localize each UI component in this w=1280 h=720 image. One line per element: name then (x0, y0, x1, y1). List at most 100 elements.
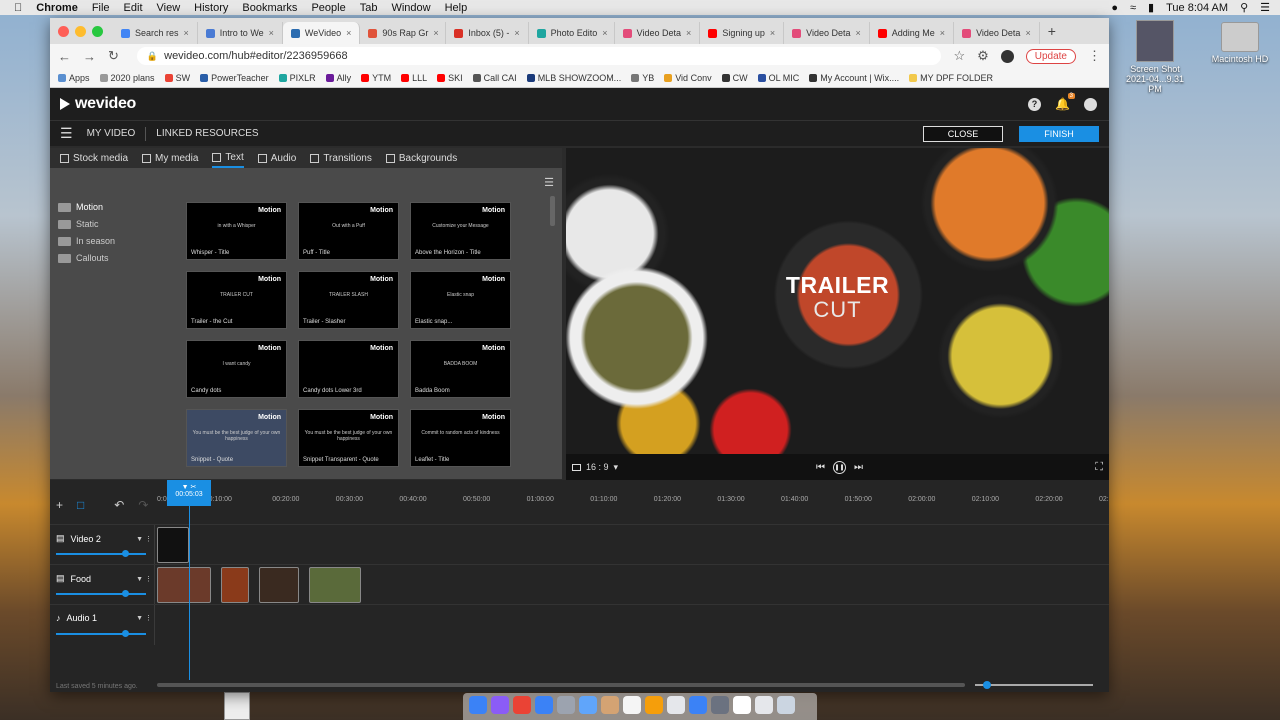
finish-button[interactable]: FINISH (1019, 125, 1099, 142)
fullscreen-icon[interactable]: ⛶ (1095, 461, 1103, 474)
desktop-doc[interactable] (222, 692, 252, 720)
aspect-ratio-selector[interactable]: 16 : 9 ▾ (572, 462, 618, 473)
battery-icon[interactable]: ▮ (1148, 1, 1154, 14)
bookmark-item[interactable]: My Account | Wix.... (809, 73, 899, 83)
track-volume-slider[interactable] (56, 590, 146, 597)
bookmark-item[interactable]: Vid Conv (664, 73, 712, 83)
star-icon[interactable]: ☆ (953, 48, 965, 64)
notification-bell-icon[interactable]: 🔔 3 (1055, 93, 1075, 111)
dock-app-icon[interactable] (733, 696, 751, 714)
panel-menu-icon[interactable]: ☰ (544, 176, 554, 189)
timeline-clip[interactable] (157, 527, 189, 563)
microphone-icon[interactable]: ● (1111, 2, 1118, 14)
folder-item[interactable]: In season (58, 236, 115, 246)
update-button[interactable]: Update (1025, 48, 1076, 64)
skip-forward-icon[interactable]: ⏭ (854, 462, 863, 473)
video-preview[interactable]: TRAILER CUT (566, 148, 1109, 454)
menu-help[interactable]: Help (445, 2, 468, 14)
media-tab-my-media[interactable]: My media (142, 148, 198, 168)
bookmark-item[interactable]: MLB SHOWZOOM... (526, 73, 621, 83)
menu-bookmarks[interactable]: Bookmarks (242, 2, 297, 14)
menu-people[interactable]: People (311, 2, 345, 14)
volume-handle[interactable] (122, 590, 129, 597)
add-track-icon[interactable]: + (56, 498, 63, 512)
undo-icon[interactable]: ↶ (114, 498, 124, 512)
apple-icon[interactable]:  (14, 2, 22, 14)
dock-app-icon[interactable] (711, 696, 729, 714)
marker-icon[interactable]: ▼ (182, 484, 189, 491)
dock-app-icon[interactable] (557, 696, 575, 714)
dock-app-icon[interactable] (491, 696, 509, 714)
dock-app-icon[interactable] (667, 696, 685, 714)
folder-item[interactable]: Static (58, 219, 115, 229)
menu-window[interactable]: Window (391, 2, 430, 14)
extensions-icon[interactable]: ⚙ (977, 48, 989, 64)
folder-item[interactable]: Callouts (58, 253, 115, 263)
browser-tab[interactable]: 90s Rap Gr × (360, 22, 447, 44)
browser-tab[interactable]: Video Deta × (954, 22, 1040, 44)
dock-app-icon[interactable] (601, 696, 619, 714)
menubar-clock[interactable]: Tue 8:04 AM (1166, 2, 1228, 14)
text-template-thumb[interactable]: Motion TRAILER SLASH Trailer - Slasher (298, 271, 399, 329)
bookmark-item[interactable]: Call CAI (472, 73, 517, 83)
close-window-button[interactable] (58, 25, 69, 37)
text-template-thumb[interactable]: Motion Out with a Puff Puff - Title (298, 202, 399, 260)
media-tab-backgrounds[interactable]: Backgrounds (385, 148, 457, 168)
browser-tab[interactable]: Video Deta × (784, 22, 870, 44)
media-tab-audio[interactable]: Audio (257, 148, 296, 168)
more-menu-icon[interactable]: ⋮ (1088, 48, 1101, 64)
menu-edit[interactable]: Edit (124, 2, 143, 14)
bookmark-item[interactable]: SKI (437, 73, 463, 83)
tab-close-icon[interactable]: × (856, 28, 861, 38)
browser-tab[interactable]: Signing up × (700, 22, 785, 44)
dock-app-icon[interactable] (755, 696, 773, 714)
profile-avatar[interactable] (1000, 49, 1014, 63)
bookmark-item[interactable]: OL MIC (757, 73, 799, 83)
menubar-app-name[interactable]: Chrome (36, 2, 78, 14)
dock-app-icon[interactable] (513, 696, 531, 714)
pause-button[interactable]: ❚❚ (833, 460, 846, 474)
url-field[interactable]: 🔒 wevideo.com/hub#editor/2236959668 (136, 47, 942, 65)
text-template-thumb[interactable]: Motion You must be the best judge of your… (298, 409, 399, 467)
text-template-thumb[interactable]: Motion You must be the best judge of your… (186, 409, 287, 467)
browser-tab[interactable]: Adding Me × (870, 22, 955, 44)
volume-handle[interactable] (122, 550, 129, 557)
new-tab-button[interactable]: + (1048, 23, 1056, 39)
desktop-hard-drive[interactable]: Macintosh HD (1205, 22, 1275, 64)
user-avatar[interactable] (1084, 97, 1097, 111)
back-icon[interactable]: ← (58, 49, 71, 64)
close-button[interactable]: CLOSE (923, 125, 1003, 142)
split-scissors-icon[interactable]: ✂ (191, 484, 197, 491)
text-template-thumb[interactable]: Motion Candy dots Lower 3rd (298, 340, 399, 398)
dock-app-icon[interactable] (535, 696, 553, 714)
browser-tab[interactable]: Intro to We × (198, 22, 283, 44)
dock-app-icon[interactable] (579, 696, 597, 714)
bookmark-item[interactable]: CW (721, 73, 748, 83)
help-icon[interactable]: ? (1028, 97, 1042, 111)
menu-history[interactable]: History (194, 2, 228, 14)
timeline-clip[interactable] (259, 567, 299, 603)
bookmark-item[interactable]: LLL (401, 73, 427, 83)
bookmark-item[interactable]: YTM (361, 73, 391, 83)
menu-tab[interactable]: Tab (360, 2, 378, 14)
my-video-link[interactable]: MY VIDEO (87, 128, 136, 139)
browser-tab[interactable]: Inbox (5) - × (446, 22, 529, 44)
tab-close-icon[interactable]: × (1025, 28, 1030, 38)
tab-close-icon[interactable]: × (269, 28, 274, 38)
bookmark-item[interactable]: PowerTeacher (200, 73, 269, 83)
redo-icon[interactable]: ↷ (138, 498, 148, 512)
media-tab-text[interactable]: Text (212, 148, 244, 168)
media-scrollbar[interactable] (550, 196, 555, 226)
snap-icon[interactable]: □ (77, 498, 84, 512)
time-ruler[interactable]: 0:0 0:10:00 00:20:00 00:30:00 00:40:00 00:50:… (157, 492, 1109, 506)
text-template-thumb[interactable]: Motion Commit to random acts of kindness L… (410, 409, 511, 467)
timeline-clip[interactable] (221, 567, 249, 603)
tab-close-icon[interactable]: × (940, 28, 945, 38)
reload-icon[interactable]: ↻ (108, 48, 119, 64)
timeline-clip[interactable] (157, 567, 211, 603)
bookmark-item[interactable]: 2020 plans (99, 73, 155, 83)
browser-tab[interactable]: Video Deta × (615, 22, 701, 44)
volume-handle[interactable] (122, 630, 129, 637)
dock-app-icon[interactable] (777, 696, 795, 714)
track-menu-chevron-icon[interactable]: ▼ ⋮ (136, 535, 152, 543)
